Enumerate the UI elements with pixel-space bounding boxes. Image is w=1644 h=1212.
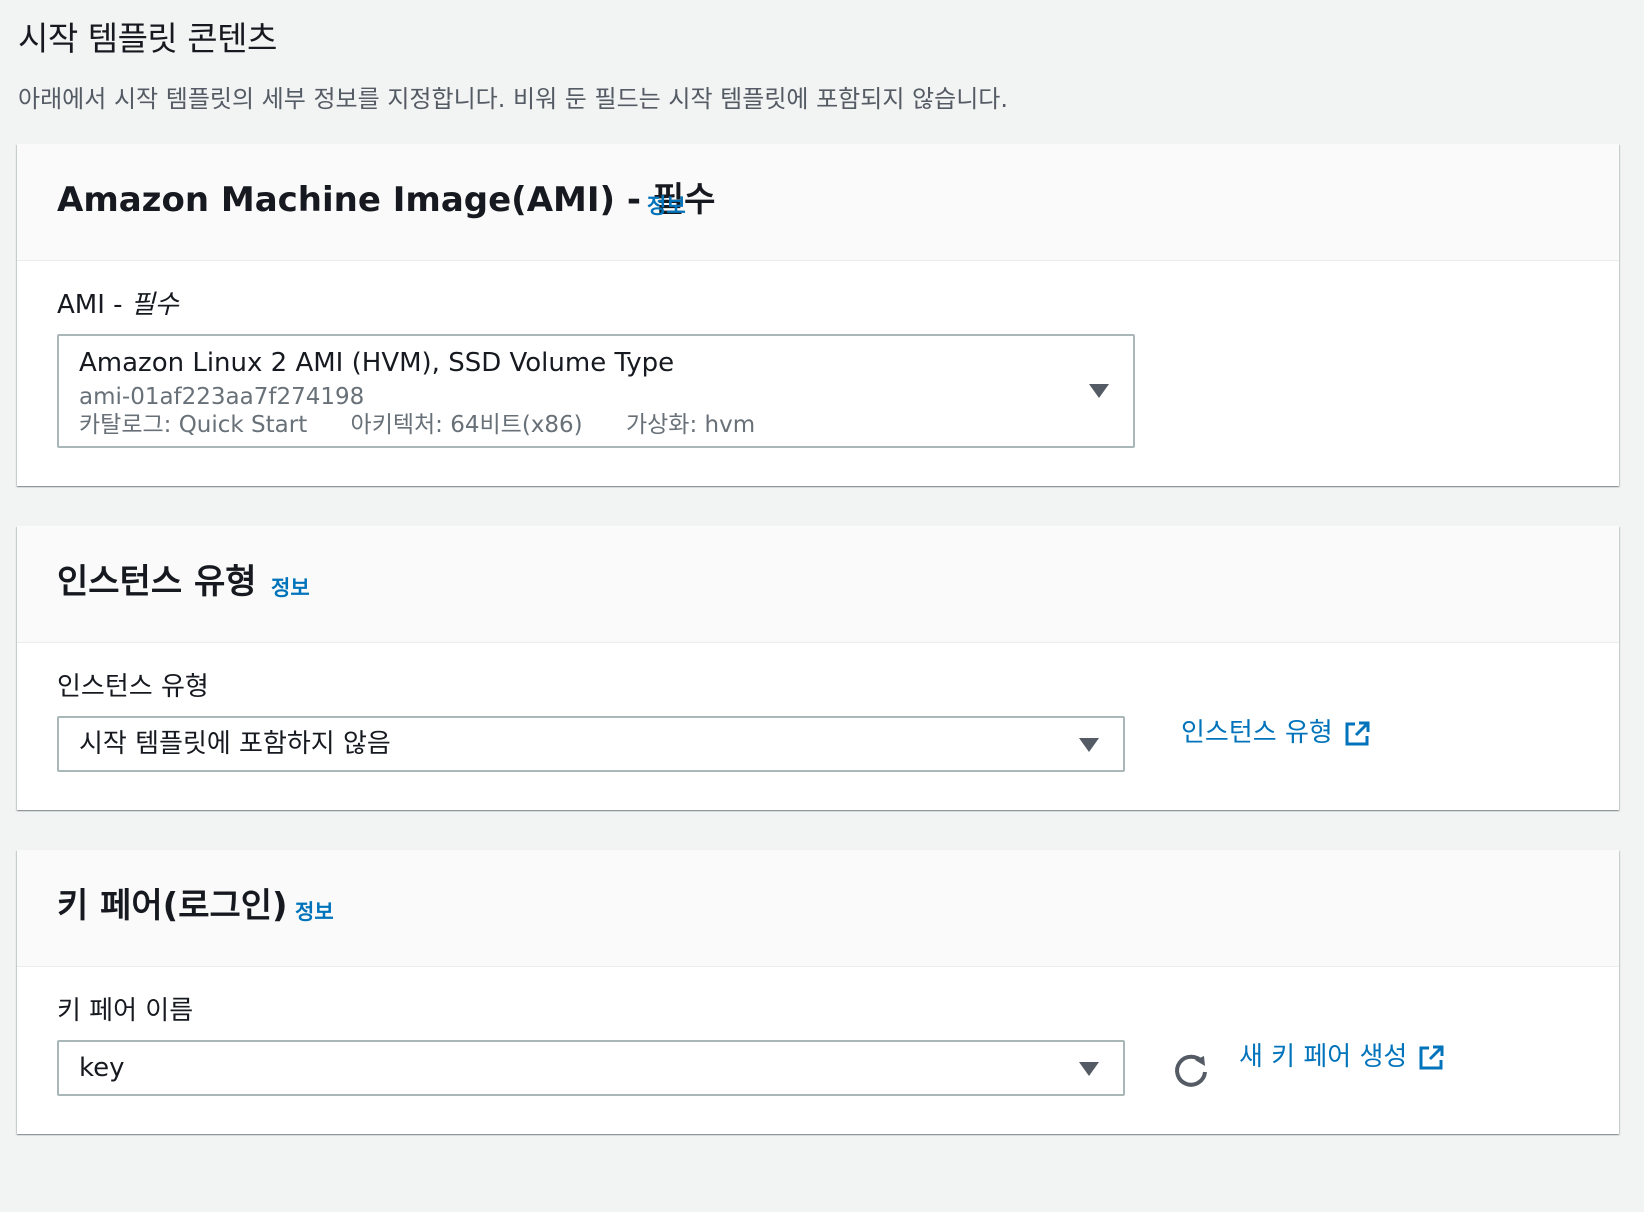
ami-panel: Amazon Machine Image(AMI) - 필수 정보 AMI - …: [17, 144, 1619, 486]
ami-field-label: AMI - 필수: [57, 288, 179, 322]
caret-down-icon: [1079, 1062, 1099, 1076]
key-pair-panel: 키 페어(로그인) 정보 키 페어 이름 key 새 키 페어 생성: [17, 850, 1619, 1134]
external-link-icon: [1345, 721, 1370, 745]
page-description: 아래에서 시작 템플릿의 세부 정보를 지정합니다. 비워 둔 필드는 시작 템…: [18, 85, 1009, 113]
refresh-icon[interactable]: [1171, 1050, 1211, 1090]
instance-type-field-label: 인스턴스 유형: [57, 672, 209, 702]
key-pair-panel-header: 키 페어(로그인) 정보: [17, 850, 1619, 967]
create-key-pair-link-label: 새 키 페어 생성: [1239, 1042, 1408, 1072]
ami-select-name: Amazon Linux 2 AMI (HVM), SSD Volume Typ…: [79, 348, 675, 378]
ami-panel-header: Amazon Machine Image(AMI) - 필수 정보: [17, 144, 1619, 261]
ami-architecture: 아키텍처: 64비트(x86): [350, 412, 583, 438]
ami-virtualization: 가상화: hvm: [625, 412, 756, 438]
instance-type-external-link[interactable]: 인스턴스 유형: [1181, 716, 1371, 750]
instance-type-panel-title: 인스턴스 유형: [57, 562, 257, 602]
ami-panel-title: Amazon Machine Image(AMI) - 필수: [57, 180, 716, 220]
ami-field-label-text: AMI -: [57, 290, 131, 320]
key-pair-select[interactable]: key: [57, 1040, 1125, 1096]
create-key-pair-link[interactable]: 새 키 페어 생성: [1239, 1040, 1445, 1074]
page-title: 시작 템플릿 콘텐츠: [18, 19, 277, 58]
ami-field-required: 필수: [130, 290, 179, 320]
ami-select[interactable]: Amazon Linux 2 AMI (HVM), SSD Volume Typ…: [57, 334, 1135, 448]
ami-catalog: 카탈로그: Quick Start: [79, 412, 308, 438]
ami-info-link[interactable]: 정보: [647, 192, 686, 220]
instance-type-panel-header: 인스턴스 유형 정보: [17, 526, 1619, 643]
instance-type-select[interactable]: 시작 템플릿에 포함하지 않음: [57, 716, 1125, 772]
key-pair-panel-title: 키 페어(로그인): [57, 886, 288, 926]
caret-down-icon: [1079, 738, 1099, 752]
instance-type-select-value: 시작 템플릿에 포함하지 않음: [79, 729, 391, 759]
instance-type-link-label: 인스턴스 유형: [1181, 718, 1333, 748]
external-link-icon: [1419, 1045, 1444, 1069]
key-pair-field-label: 키 페어 이름: [57, 996, 194, 1026]
key-pair-info-link[interactable]: 정보: [295, 898, 334, 926]
key-pair-select-value: key: [79, 1053, 125, 1083]
instance-type-info-link[interactable]: 정보: [271, 574, 310, 602]
ami-select-meta: 카탈로그: Quick Start 아키텍처: 64비트(x86) 가상화: h…: [79, 410, 791, 440]
instance-type-panel: 인스턴스 유형 정보 인스턴스 유형 시작 템플릿에 포함하지 않음 인스턴스 …: [17, 526, 1619, 810]
ami-select-id: ami-01af223aa7f274198: [79, 384, 365, 410]
caret-down-icon: [1089, 384, 1109, 398]
